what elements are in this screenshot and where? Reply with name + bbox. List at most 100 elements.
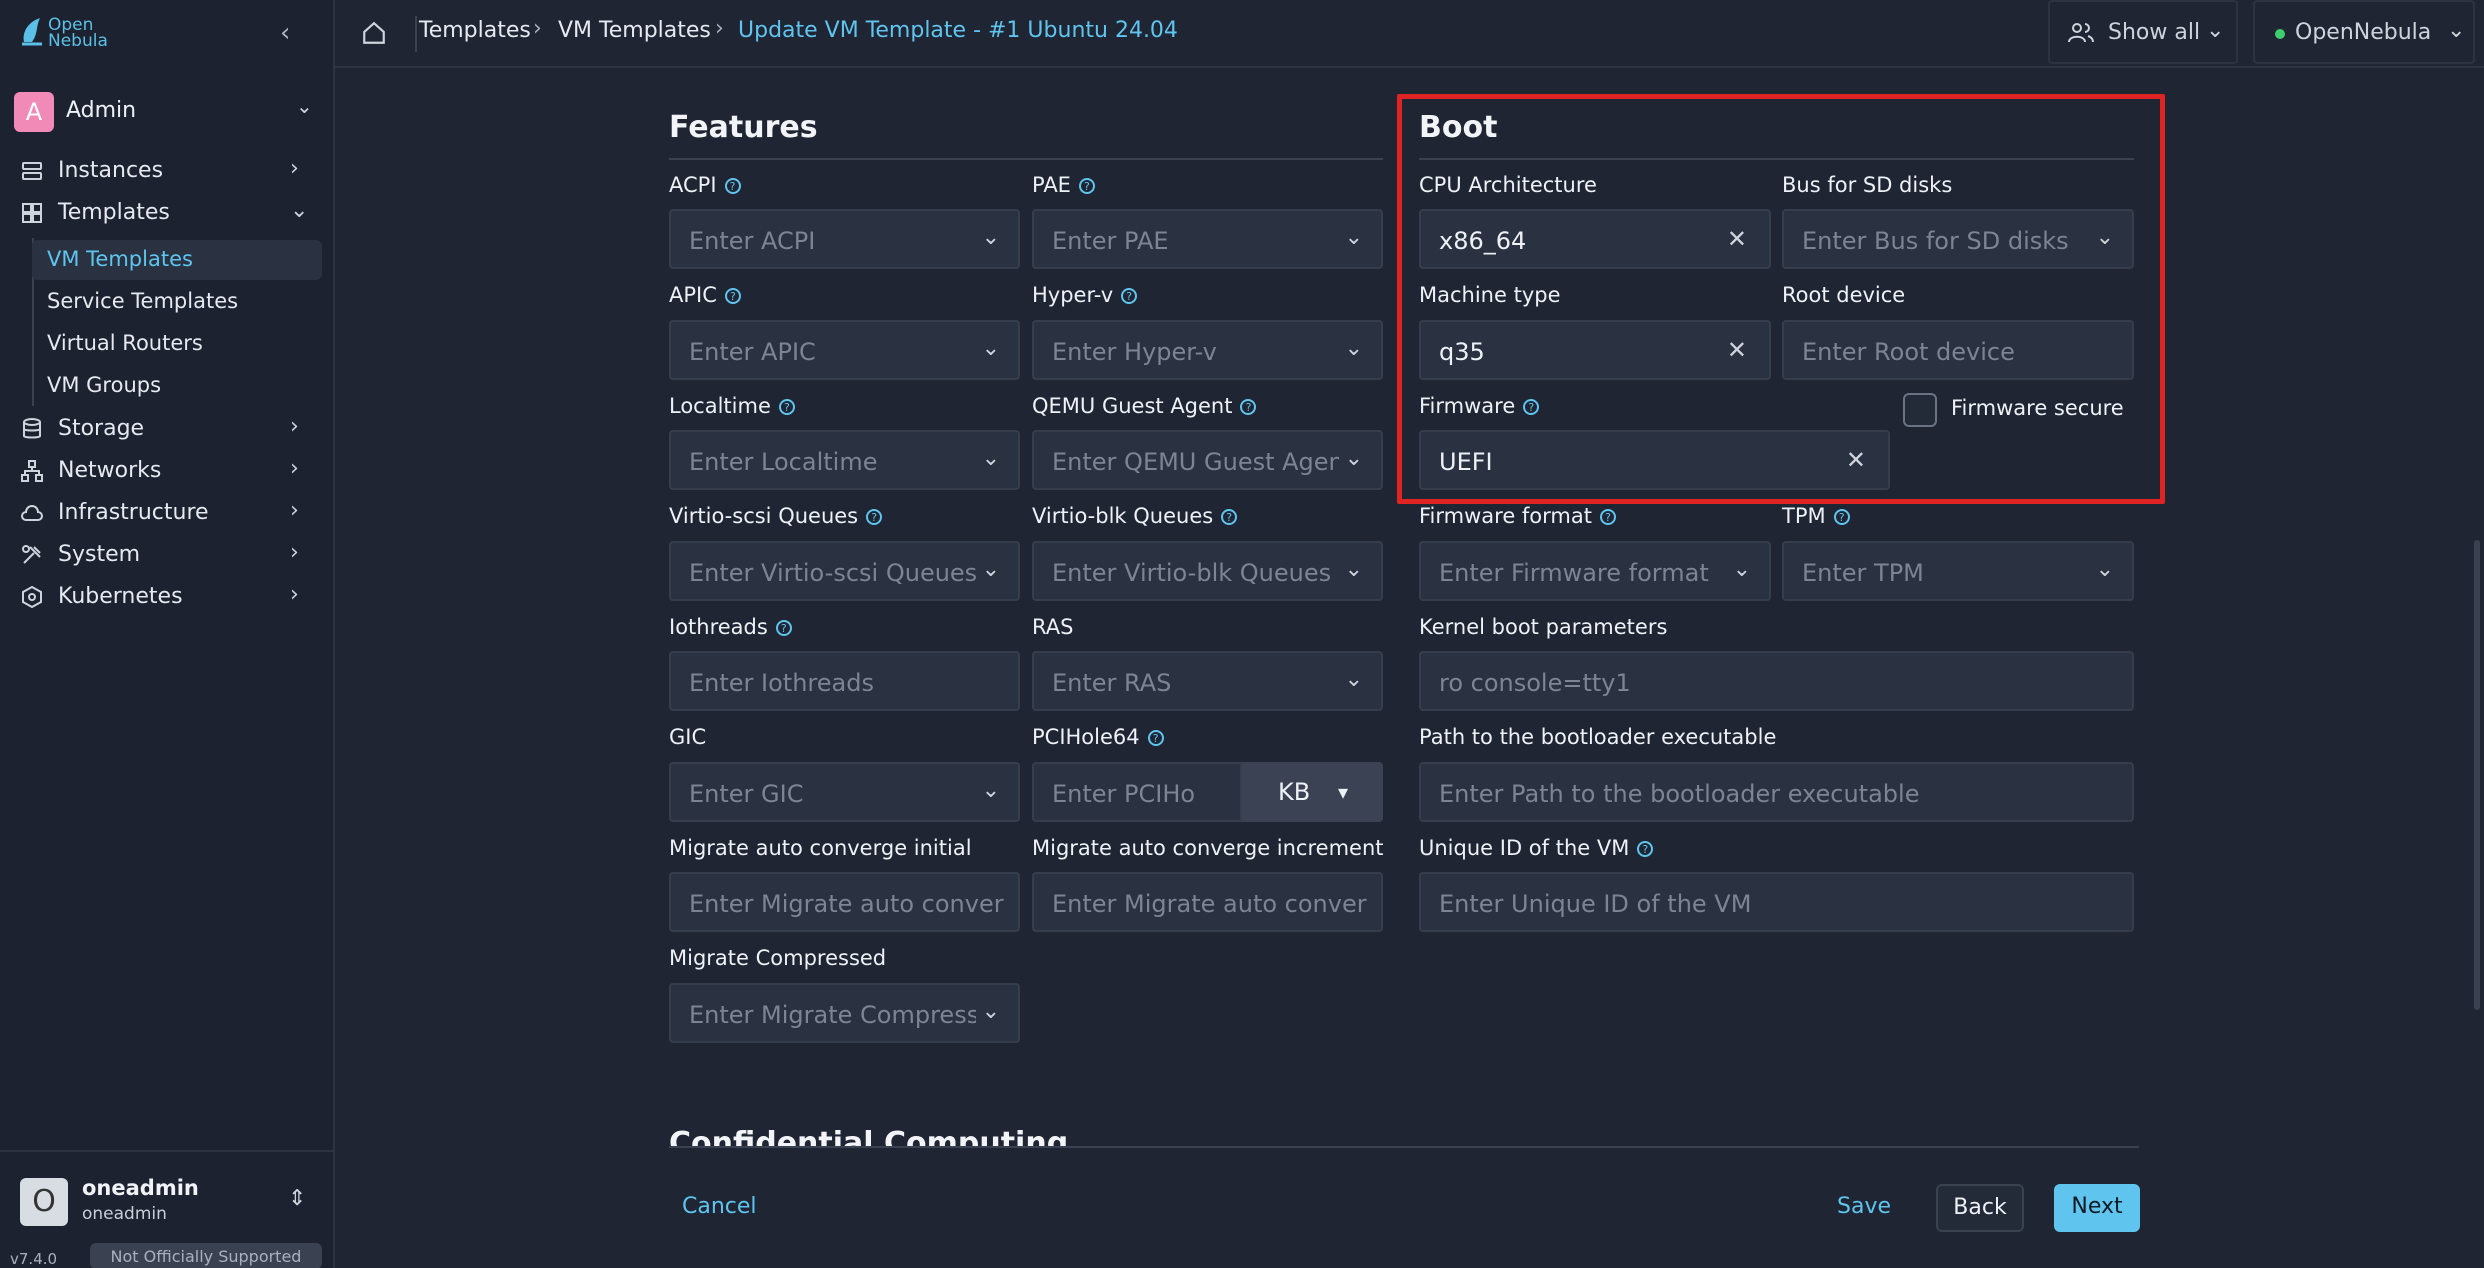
confidential-computing-title: Confidential Computing <box>669 1126 1069 1146</box>
tpm-select[interactable]: Enter TPM ⌄ <box>1782 541 2134 601</box>
firmware-select[interactable]: UEFI ✕ <box>1419 430 1890 490</box>
help-icon[interactable]: ? <box>1221 509 1238 525</box>
clear-icon[interactable]: ✕ <box>1846 446 1866 474</box>
cpu-arch-select[interactable]: x86_64 ✕ <box>1419 209 1771 269</box>
vm-uuid-input[interactable]: Enter Unique ID of the VM <box>1419 872 2134 932</box>
iothreads-label: Iothreads? <box>669 615 792 639</box>
firmware-secure-checkbox[interactable] <box>1903 393 1937 427</box>
logo-text-line2: Nebula <box>48 31 108 51</box>
show-all-label: Show all <box>2108 20 2201 45</box>
opennebula-logo[interactable]: Open Nebula <box>20 14 120 54</box>
help-icon[interactable]: ? <box>1637 841 1654 857</box>
pcihole64-unit-select[interactable]: KB ▾ <box>1242 762 1383 822</box>
breadcrumb-divider <box>415 16 417 52</box>
sidebar-item-networks[interactable]: Networks › <box>20 450 320 490</box>
instances-icon <box>22 162 42 180</box>
help-icon[interactable]: ? <box>1147 730 1164 746</box>
kernel-params-input[interactable]: ro console=tty1 <box>1419 651 2134 711</box>
localtime-select[interactable]: Enter Localtime ⌄ <box>669 430 1020 490</box>
help-icon[interactable]: ? <box>724 178 741 194</box>
localtime-label-text: Localtime <box>669 394 771 418</box>
sidebar-item-kubernetes[interactable]: Kubernetes › <box>20 576 320 616</box>
firmware-label: Firmware? <box>1419 394 1540 418</box>
breadcrumb-current: Update VM Template - #1 Ubuntu 24.04 <box>738 18 1178 43</box>
help-icon[interactable]: ? <box>724 288 741 304</box>
zone-selector[interactable]: OpenNebula ⌄ <box>2253 0 2475 64</box>
qemu-agent-label-text: QEMU Guest Agent <box>1032 394 1233 418</box>
sidebar-item-vm-templates[interactable]: VM Templates <box>32 240 322 280</box>
apic-select[interactable]: Enter APIC ⌄ <box>669 320 1020 380</box>
sidebar-item-label: Networks <box>58 458 162 483</box>
sidebar-item-templates[interactable]: Templates ⌄ <box>20 192 320 232</box>
sidebar-subitem-label: VM Groups <box>47 373 162 397</box>
avatar: A <box>14 92 54 132</box>
help-icon[interactable]: ? <box>1240 399 1257 415</box>
sidebar-item-virtual-routers[interactable]: Virtual Routers <box>32 324 322 364</box>
virtio-scsi-select[interactable]: Enter Virtio-scsi Queues ⌄ <box>669 541 1020 601</box>
migrate-initial-input[interactable]: Enter Migrate auto conver <box>669 872 1020 932</box>
help-icon[interactable]: ? <box>1599 509 1616 525</box>
pae-select[interactable]: Enter PAE ⌄ <box>1032 209 1383 269</box>
chevron-down-icon: ⌄ <box>2089 557 2114 582</box>
home-icon[interactable] <box>361 20 387 46</box>
iothreads-placeholder: Enter Iothreads <box>689 669 874 697</box>
firmware-format-label: Firmware format? <box>1419 504 1616 528</box>
chevron-down-icon: ⌄ <box>1338 336 1363 361</box>
breadcrumb-templates[interactable]: Templates <box>419 18 531 43</box>
show-all-button[interactable]: Show all ⌄ <box>2048 0 2238 64</box>
root-device-input[interactable]: Enter Root device <box>1782 320 2134 380</box>
sidebar-item-service-templates[interactable]: Service Templates <box>32 282 322 322</box>
clear-icon[interactable]: ✕ <box>1727 225 1747 253</box>
chevron-left-icon[interactable]: ‹ <box>280 18 290 48</box>
save-button[interactable]: Save <box>1837 1194 1891 1219</box>
back-button[interactable]: Back <box>1936 1184 2024 1232</box>
sidebar-item-instances[interactable]: Instances › <box>20 150 320 190</box>
breadcrumb-vm-templates[interactable]: VM Templates <box>558 18 711 43</box>
clear-icon[interactable]: ✕ <box>1727 336 1747 364</box>
help-icon[interactable]: ? <box>775 620 792 636</box>
user-menu[interactable]: A Admin ⌄ <box>14 92 322 132</box>
vm-uuid-label-text: Unique ID of the VM <box>1419 836 1630 860</box>
gic-select[interactable]: Enter GIC ⌄ <box>669 762 1020 822</box>
virtio-scsi-label-text: Virtio-scsi Queues <box>669 504 859 528</box>
help-icon[interactable]: ? <box>1078 178 1095 194</box>
ras-select[interactable]: Enter RAS ⌄ <box>1032 651 1383 711</box>
qemu-agent-select[interactable]: Enter QEMU Guest Agen ⌄ <box>1032 430 1383 490</box>
iothreads-input[interactable]: Enter Iothreads <box>669 651 1020 711</box>
networks-icon <box>21 460 43 482</box>
hyperv-select[interactable]: Enter Hyper-v ⌄ <box>1032 320 1383 380</box>
pcihole64-unit: KB <box>1278 778 1311 806</box>
sidebar-item-storage[interactable]: Storage › <box>20 408 320 448</box>
virtio-blk-placeholder: Enter Virtio-blk Queues <box>1052 559 1332 587</box>
sidebar-item-infrastructure[interactable]: Infrastructure › <box>20 492 320 532</box>
chevron-right-icon: › <box>290 456 299 481</box>
help-icon[interactable]: ? <box>778 399 795 415</box>
scrollbar[interactable] <box>2474 540 2480 1010</box>
chevron-right-icon: › <box>290 498 299 523</box>
acpi-select[interactable]: Enter ACPI ⌄ <box>669 209 1020 269</box>
migrate-increment-input[interactable]: Enter Migrate auto conver <box>1032 872 1383 932</box>
sidebar-item-system[interactable]: System › <box>20 534 320 574</box>
virtio-blk-select[interactable]: Enter Virtio-blk Queues ⌄ <box>1032 541 1383 601</box>
help-icon[interactable]: ? <box>1833 509 1850 525</box>
migrate-compressed-select[interactable]: Enter Migrate Compressé ⌄ <box>669 983 1020 1043</box>
machine-type-value: q35 <box>1439 338 1485 366</box>
root-device-placeholder: Enter Root device <box>1802 338 2015 366</box>
ras-label: RAS <box>1032 615 1074 639</box>
firmware-format-select[interactable]: Enter Firmware format ⌄ <box>1419 541 1771 601</box>
help-icon[interactable]: ? <box>866 509 883 525</box>
gic-label: GIC <box>669 725 707 749</box>
machine-type-select[interactable]: q35 ✕ <box>1419 320 1771 380</box>
kernel-params-label: Kernel boot parameters <box>1419 615 1668 639</box>
user-menu-name: Admin <box>66 98 137 123</box>
bootloader-input[interactable]: Enter Path to the bootloader executable <box>1419 762 2134 822</box>
help-icon[interactable]: ? <box>1121 288 1138 304</box>
cancel-button[interactable]: Cancel <box>682 1194 757 1219</box>
migrate-compressed-placeholder: Enter Migrate Compressé <box>689 1001 994 1029</box>
sidebar-item-vm-groups[interactable]: VM Groups <box>32 366 322 406</box>
help-icon[interactable]: ? <box>1523 399 1540 415</box>
bus-sd-select[interactable]: Enter Bus for SD disks ⌄ <box>1782 209 2134 269</box>
pcihole64-input[interactable]: Enter PCIHo <box>1032 762 1242 822</box>
migrate-increment-placeholder: Enter Migrate auto conver <box>1052 890 1367 918</box>
next-button[interactable]: Next <box>2054 1184 2140 1232</box>
